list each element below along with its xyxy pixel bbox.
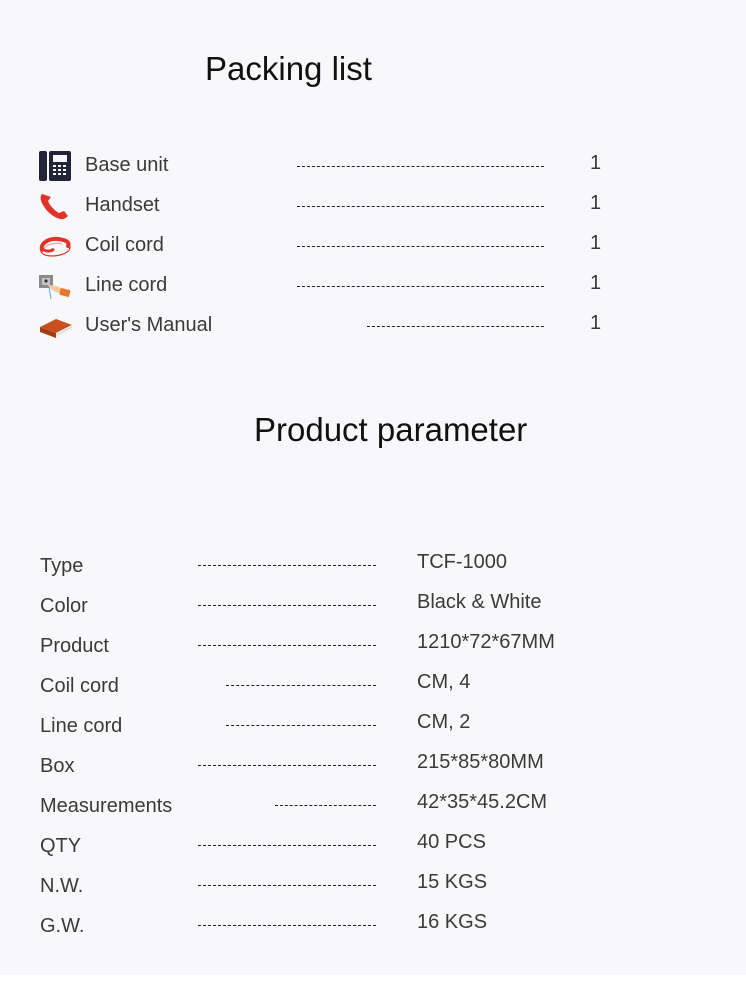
page-background: Packing list Base unit 1 Handset 1 Coil … <box>0 0 746 975</box>
book-icon <box>38 310 76 342</box>
parameter-row: Box 215*85*80MM <box>0 751 746 783</box>
packing-item-qty: 1 <box>590 232 602 254</box>
parameter-value: 16 KGS <box>417 911 488 933</box>
dotted-leader <box>275 805 376 806</box>
packing-item: Line cord 1 <box>0 270 746 302</box>
handset-icon <box>38 190 76 222</box>
dotted-leader <box>297 246 544 247</box>
parameter-row: Color Black & White <box>0 591 746 623</box>
parameter-label: G.W. <box>40 915 85 937</box>
parameter-value: 42*35*45.2CM <box>417 791 548 813</box>
packing-item: Coil cord 1 <box>0 230 746 262</box>
dotted-leader <box>367 326 544 327</box>
packing-item-qty: 1 <box>590 192 602 214</box>
packing-item-qty: 1 <box>590 152 602 174</box>
dotted-leader <box>198 565 376 566</box>
packing-item-label: Base unit <box>85 154 169 176</box>
parameter-row: QTY 40 PCS <box>0 831 746 863</box>
parameter-label: Type <box>40 555 84 577</box>
packing-item: Handset 1 <box>0 190 746 222</box>
dotted-leader <box>198 645 376 646</box>
dotted-leader <box>198 925 376 926</box>
dotted-leader <box>297 166 544 167</box>
parameter-value: 15 KGS <box>417 871 488 893</box>
packing-item: Base unit 1 <box>0 150 746 182</box>
packing-item-label: Coil cord <box>85 234 164 256</box>
dotted-leader <box>198 845 376 846</box>
parameter-value: 40 PCS <box>417 831 486 853</box>
parameter-value: Black & White <box>417 591 542 613</box>
dotted-leader <box>198 885 376 886</box>
parameter-row: Line cord CM, 2 <box>0 711 746 743</box>
coil-cord-icon <box>38 230 76 262</box>
parameter-value: CM, 2 <box>417 711 471 733</box>
packing-item-qty: 1 <box>590 312 602 334</box>
dotted-leader <box>226 685 376 686</box>
desk-phone-icon <box>38 150 76 182</box>
parameter-row: Type TCF-1000 <box>0 551 746 583</box>
dotted-leader <box>226 725 376 726</box>
packing-item-qty: 1 <box>590 272 602 294</box>
packing-item-label: Handset <box>85 194 160 216</box>
parameter-label: Box <box>40 755 75 777</box>
line-cord-icon <box>38 270 76 302</box>
parameter-label: Measurements <box>40 795 173 817</box>
packing-item-label: User's Manual <box>85 314 213 336</box>
packing-item-label: Line cord <box>85 274 168 296</box>
dotted-leader <box>297 286 544 287</box>
parameter-row: N.W. 15 KGS <box>0 871 746 903</box>
parameter-value: CM, 4 <box>417 671 471 693</box>
product-parameter-title: Product parameter <box>254 411 528 448</box>
dotted-leader <box>297 206 544 207</box>
parameter-row: Coil cord CM, 4 <box>0 671 746 703</box>
parameter-label: Coil cord <box>40 675 119 697</box>
parameter-label: Product <box>40 635 109 657</box>
parameter-row: G.W. 16 KGS <box>0 911 746 943</box>
parameter-label: Color <box>40 595 88 617</box>
packing-item: User's Manual 1 <box>0 310 746 342</box>
dotted-leader <box>198 605 376 606</box>
parameter-label: QTY <box>40 835 82 857</box>
parameter-label: Line cord <box>40 715 123 737</box>
parameter-value: TCF-1000 <box>417 551 508 573</box>
parameter-value: 215*85*80MM <box>417 751 544 773</box>
parameter-value: 1210*72*67MM <box>417 631 555 653</box>
parameter-row: Measurements 42*35*45.2CM <box>0 791 746 823</box>
dotted-leader <box>198 765 376 766</box>
packing-list-title: Packing list <box>205 50 372 87</box>
parameter-label: N.W. <box>40 875 84 897</box>
parameter-row: Product 1210*72*67MM <box>0 631 746 663</box>
